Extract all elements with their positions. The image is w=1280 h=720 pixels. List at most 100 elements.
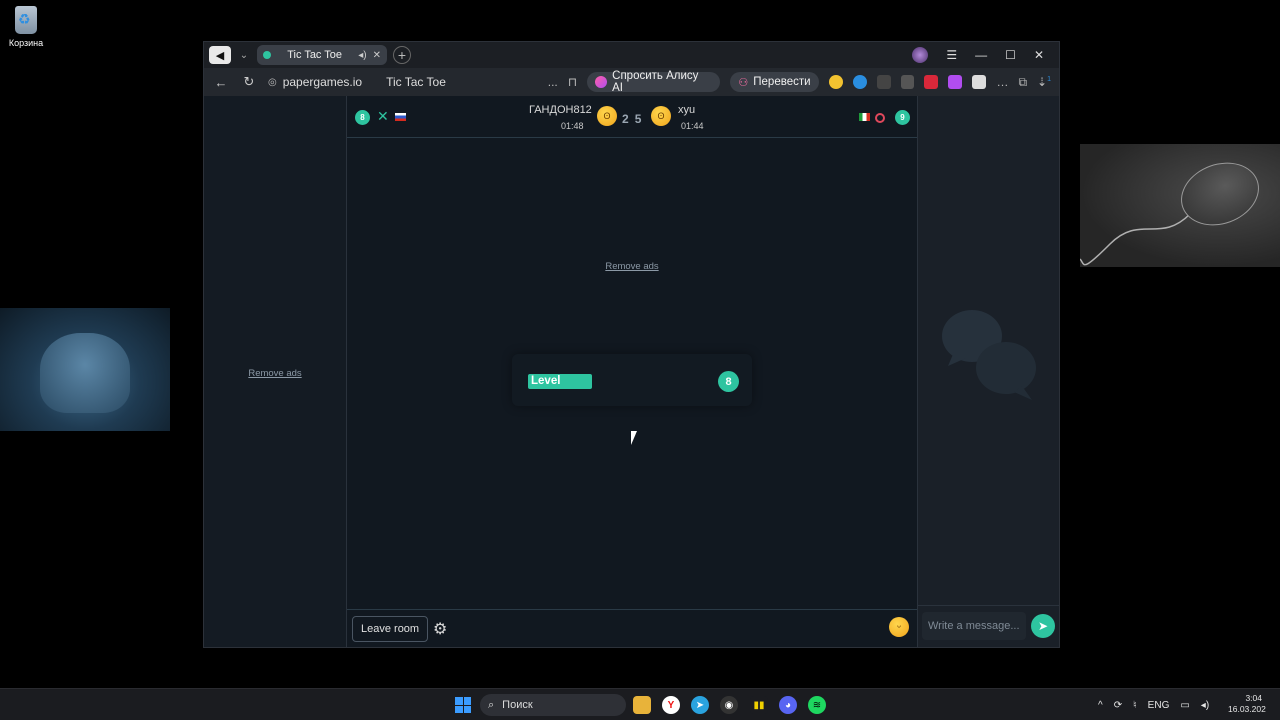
system-tray: ^ ⟳ ♮ ENG ▭ ◂) bbox=[1098, 689, 1209, 720]
url-field[interactable]: ◎ papergames.io Tic Tac Toe bbox=[268, 75, 538, 89]
ask-alice-label: Спросить Алису AI bbox=[612, 70, 699, 94]
player2-level-badge: 9 bbox=[895, 110, 910, 125]
score: 25 bbox=[622, 112, 647, 126]
emoji-button-icon[interactable]: ᵕ bbox=[889, 617, 909, 637]
address-bar: ← ↻ ◎ papergames.io Tic Tac Toe ... ⊓ Сп… bbox=[204, 68, 1059, 96]
russia-flag-icon bbox=[395, 113, 406, 121]
translate-button[interactable]: ⚇ Перевести bbox=[730, 72, 819, 92]
tab-favicon-icon bbox=[263, 51, 271, 59]
translate-label: Перевести bbox=[753, 76, 811, 88]
ask-alice-button[interactable]: Спросить Алису AI bbox=[587, 70, 721, 94]
address-page-title: Tic Tac Toe bbox=[386, 75, 446, 89]
chat-column: Write a message... ➤ bbox=[918, 96, 1059, 647]
tab-audio-icon[interactable]: ◂) bbox=[358, 50, 366, 61]
downloads-icon[interactable]: ⇣1 bbox=[1037, 75, 1051, 89]
speaker-icon[interactable]: ◀ bbox=[209, 46, 231, 64]
start-windows-icon[interactable] bbox=[455, 697, 471, 713]
window-controls: ☰ — ☐ ✕ bbox=[912, 47, 1054, 63]
gear-icon[interactable]: ⚙ bbox=[433, 619, 447, 639]
back-arrow-icon[interactable]: ← bbox=[212, 75, 230, 90]
game-panel: 8 ✕ ГАНДОН812 01:48 ʘ 25 ʘ xyu 01:44 9 R… bbox=[346, 96, 918, 647]
search-icon: ⌕ bbox=[488, 698, 495, 711]
steam-icon[interactable]: ◉ bbox=[720, 696, 738, 714]
close-window-icon[interactable]: ✕ bbox=[1034, 48, 1044, 62]
extensions-more-icon[interactable]: … bbox=[996, 75, 1008, 89]
site-info-icon[interactable]: ◎ bbox=[268, 77, 277, 88]
alice-icon bbox=[595, 76, 608, 88]
level-badge: 8 bbox=[718, 371, 739, 392]
clock-time: 3:04 bbox=[1245, 693, 1262, 703]
taskbar: ⌕ Поиск Y ➤ ◉ ▮▮ ◕ ≋ ^ ⟳ ♮ ENG ▭ ◂) 3:04… bbox=[0, 688, 1280, 720]
collections-icon[interactable]: ⧉ bbox=[1018, 75, 1027, 90]
player1-avatar-icon: ʘ bbox=[597, 106, 617, 126]
x-mark-icon: ✕ bbox=[377, 108, 389, 124]
remove-ads-link-center[interactable]: Remove ads bbox=[347, 261, 917, 272]
player2-avatar-icon: ʘ bbox=[651, 106, 671, 126]
bookmark-icon[interactable]: ⊓ bbox=[568, 75, 577, 89]
yandex-browser-icon[interactable]: Y bbox=[662, 696, 680, 714]
extension-shield-icon[interactable] bbox=[852, 75, 867, 89]
taskbar-clock[interactable]: 3:04 16.03.202 bbox=[1228, 693, 1266, 715]
level-progress-bar: Level bbox=[528, 374, 592, 389]
tray-sync-icon[interactable]: ⟳ bbox=[1114, 700, 1122, 711]
leave-room-button[interactable]: Leave room bbox=[352, 616, 429, 642]
page-content: Remove ads 8 ✕ ГАНДОН812 01:48 ʘ 25 ʘ xy… bbox=[204, 96, 1059, 647]
reload-icon[interactable]: ↻ bbox=[240, 74, 258, 90]
extension-white-icon[interactable] bbox=[972, 75, 987, 89]
game-header: 8 ✕ ГАНДОН812 01:48 ʘ 25 ʘ xyu 01:44 9 bbox=[347, 96, 917, 138]
player1-level-badge: 8 bbox=[355, 110, 370, 125]
minimize-icon[interactable]: — bbox=[975, 48, 987, 62]
hippo-figure bbox=[40, 333, 130, 413]
spotify-icon[interactable]: ≋ bbox=[808, 696, 826, 714]
sperm-image-overlay bbox=[1080, 144, 1280, 267]
volume-icon[interactable]: ◂) bbox=[1201, 700, 1209, 711]
tab-title: Tic Tac Toe bbox=[287, 49, 343, 61]
menu-icon[interactable]: ☰ bbox=[946, 48, 957, 62]
extension-cat-icon[interactable] bbox=[876, 75, 891, 89]
new-tab-button[interactable]: + bbox=[393, 46, 411, 64]
send-icon[interactable]: ➤ bbox=[1031, 614, 1055, 638]
microphone-icon[interactable]: ♮ bbox=[1133, 700, 1137, 711]
profile-avatar-icon[interactable] bbox=[912, 47, 929, 63]
game-footer: Leave room ⚙ ᵕ bbox=[347, 609, 917, 647]
game-launcher-icon[interactable]: ▮▮ bbox=[750, 696, 768, 714]
hippo-image-overlay bbox=[0, 308, 170, 431]
remove-ads-link-left[interactable]: Remove ads bbox=[204, 368, 346, 379]
browser-window: ◀ ⌄ Tic Tac Toe ◂) ✕ + ☰ — ☐ ✕ ← ↻ ◎ pap… bbox=[203, 41, 1060, 648]
extension-box-icon[interactable] bbox=[900, 75, 915, 89]
extension-purple-icon[interactable] bbox=[948, 75, 963, 89]
telegram-icon[interactable]: ➤ bbox=[691, 696, 709, 714]
player2-name: xyu bbox=[678, 104, 696, 116]
chat-input-area: Write a message... ➤ bbox=[918, 605, 1059, 647]
file-explorer-icon[interactable] bbox=[633, 696, 651, 714]
url-text: papergames.io bbox=[282, 75, 363, 89]
network-icon[interactable]: ▭ bbox=[1180, 700, 1189, 711]
tab-list-chevron-icon[interactable]: ⌄ bbox=[237, 50, 251, 61]
italy-flag-icon bbox=[859, 113, 870, 121]
extension-red-icon[interactable] bbox=[924, 75, 939, 89]
mouse-cursor-icon bbox=[631, 431, 643, 445]
extension-coin-icon[interactable] bbox=[828, 75, 843, 89]
recycle-bin[interactable]: Корзина bbox=[6, 4, 46, 48]
taskbar-search[interactable]: ⌕ Поиск bbox=[480, 694, 626, 716]
tray-chevron-icon[interactable]: ^ bbox=[1098, 700, 1103, 711]
tab-bar: ◀ ⌄ Tic Tac Toe ◂) ✕ + ☰ — ☐ ✕ bbox=[204, 42, 1059, 68]
tab-close-icon[interactable]: ✕ bbox=[373, 50, 381, 61]
maximize-icon[interactable]: ☐ bbox=[1005, 48, 1016, 62]
player1-timer: 01:48 bbox=[561, 121, 584, 131]
score-player2: 5 bbox=[634, 112, 648, 126]
downloads-badge: 1 bbox=[1047, 76, 1051, 83]
chat-bubbles-icon bbox=[942, 310, 1036, 400]
language-indicator[interactable]: ENG bbox=[1148, 700, 1170, 711]
search-label: Поиск bbox=[502, 699, 533, 711]
score-player1: 2 bbox=[622, 112, 635, 126]
tab-tic-tac-toe[interactable]: Tic Tac Toe ◂) ✕ bbox=[257, 45, 387, 65]
more-dots-icon[interactable]: ... bbox=[548, 75, 558, 89]
chat-message-input[interactable]: Write a message... bbox=[922, 612, 1026, 640]
discord-icon[interactable]: ◕ bbox=[779, 696, 797, 714]
o-mark-icon bbox=[875, 113, 885, 123]
desktop: Корзина ◀ ⌄ Tic Tac Toe ◂) ✕ + ☰ — bbox=[0, 0, 1280, 720]
level-card: Level 8 bbox=[512, 354, 752, 406]
recycle-bin-icon bbox=[15, 6, 37, 34]
player1-name: ГАНДОН812 bbox=[529, 104, 592, 116]
